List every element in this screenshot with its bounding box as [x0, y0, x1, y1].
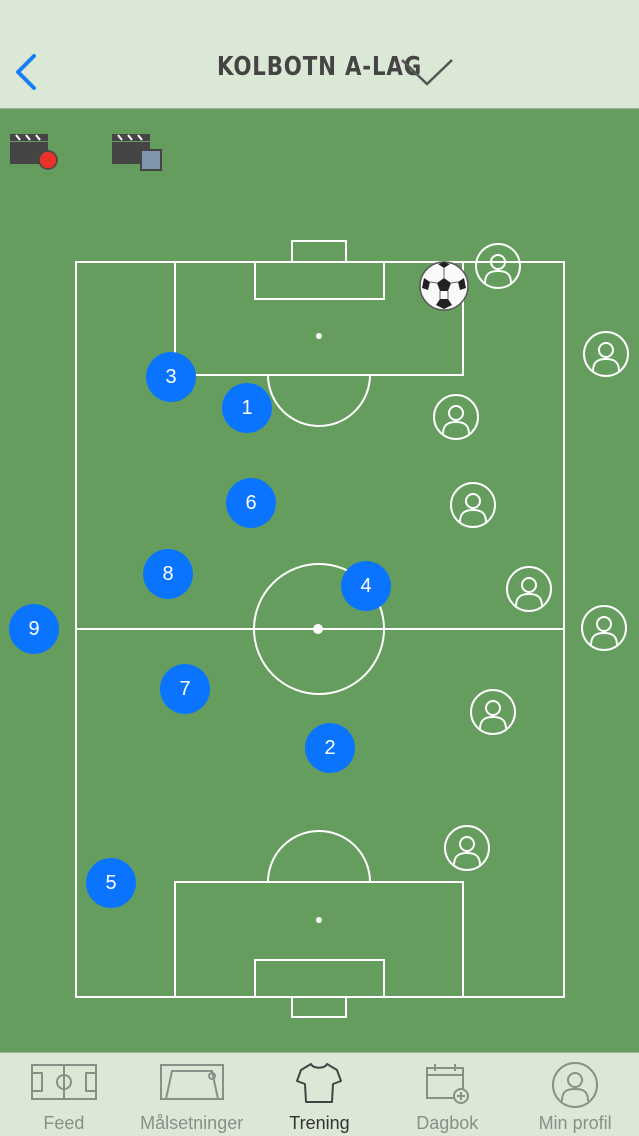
person-icon: [453, 836, 481, 866]
tab-dagbok[interactable]: Dagbok: [383, 1053, 511, 1136]
tab-label: Dagbok: [416, 1113, 479, 1133]
opponent-marker[interactable]: [475, 243, 521, 289]
player-marker[interactable]: 1: [222, 383, 272, 433]
field-icon: [30, 1064, 97, 1100]
profile-icon: [552, 1062, 599, 1108]
opponent-marker[interactable]: [470, 689, 516, 735]
chevron-left-icon: [16, 54, 36, 90]
tab-label: Feed: [43, 1113, 85, 1133]
soccer-ball-icon: [419, 261, 469, 311]
opponent-marker[interactable]: [506, 566, 552, 612]
person-icon: [590, 616, 618, 646]
tab-bar: Feed Målsetninger Trening Dagbok Min pro…: [0, 1052, 639, 1136]
person-icon: [592, 342, 620, 372]
player-marker[interactable]: 3: [146, 352, 196, 402]
tab-trening[interactable]: Trening: [256, 1053, 384, 1136]
tab-feed[interactable]: Feed: [0, 1053, 128, 1136]
person-icon: [479, 700, 507, 730]
person-icon: [459, 493, 487, 523]
tab-malsetninger[interactable]: Målsetninger: [128, 1053, 256, 1136]
navigation-bar: KOLBOTN A-LAG: [0, 0, 639, 109]
opponent-marker[interactable]: [583, 331, 629, 377]
player-marker[interactable]: 5: [86, 858, 136, 908]
opponent-marker[interactable]: [581, 605, 627, 651]
team-dropdown-button[interactable]: [398, 54, 456, 88]
player-marker[interactable]: 4: [341, 561, 391, 611]
tab-label: Trening: [289, 1113, 350, 1133]
calendar-icon: [426, 1064, 470, 1104]
opponent-marker[interactable]: [450, 482, 496, 528]
person-icon: [515, 577, 543, 607]
ball-marker[interactable]: [418, 260, 470, 312]
jersey-icon: [296, 1063, 343, 1103]
tactics-board: 3 1 6 8 4 9 7 2 5: [0, 110, 639, 1052]
tab-label: Målsetninger: [140, 1113, 244, 1133]
player-marker[interactable]: 9: [9, 604, 59, 654]
goal-icon: [159, 1064, 224, 1100]
opponent-marker[interactable]: [444, 825, 490, 871]
player-marker[interactable]: 6: [226, 478, 276, 528]
tab-label: Min profil: [538, 1113, 612, 1133]
back-button[interactable]: [10, 50, 46, 94]
opponent-marker[interactable]: [433, 394, 479, 440]
person-icon: [484, 254, 512, 284]
player-marker[interactable]: 2: [305, 723, 355, 773]
player-marker[interactable]: 7: [160, 664, 210, 714]
team-title[interactable]: KOLBOTN A-LAG: [58, 52, 582, 82]
player-marker[interactable]: 8: [143, 549, 193, 599]
person-icon: [442, 405, 470, 435]
tab-min-profil[interactable]: Min profil: [511, 1053, 639, 1136]
chevron-down-icon: [401, 59, 453, 86]
